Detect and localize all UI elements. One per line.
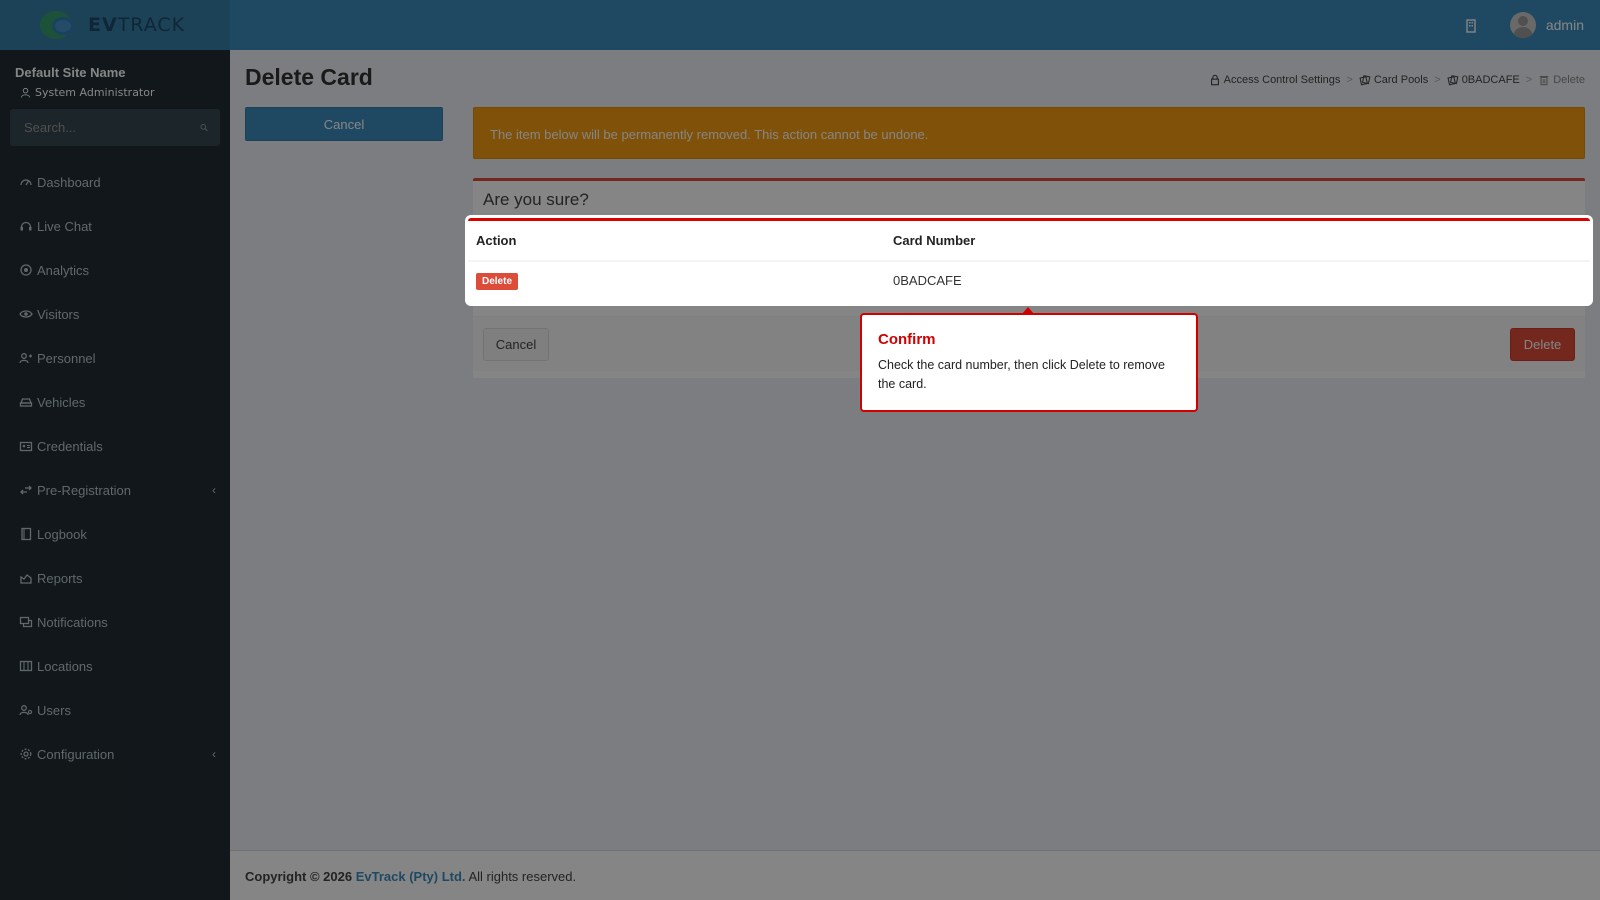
confirm-popover: Confirm Check the card number, then clic… [860, 307, 1198, 412]
cards-table: Action Card Number Delete 0BADCAFE [468, 221, 1590, 299]
tour-overlay [0, 0, 1600, 900]
column-header-action: Action [468, 221, 885, 262]
delete-label: Delete [476, 272, 519, 290]
table-row: Delete 0BADCAFE [468, 261, 1590, 299]
card-number-cell: 0BADCAFE [893, 273, 962, 288]
popover-body: Check the card number, then click Delete… [878, 358, 1165, 391]
popover-title: Confirm [878, 331, 936, 348]
spotlight-table: Action Card Number Delete 0BADCAFE [468, 218, 1590, 303]
column-header-card-number: Card Number [885, 221, 1590, 262]
